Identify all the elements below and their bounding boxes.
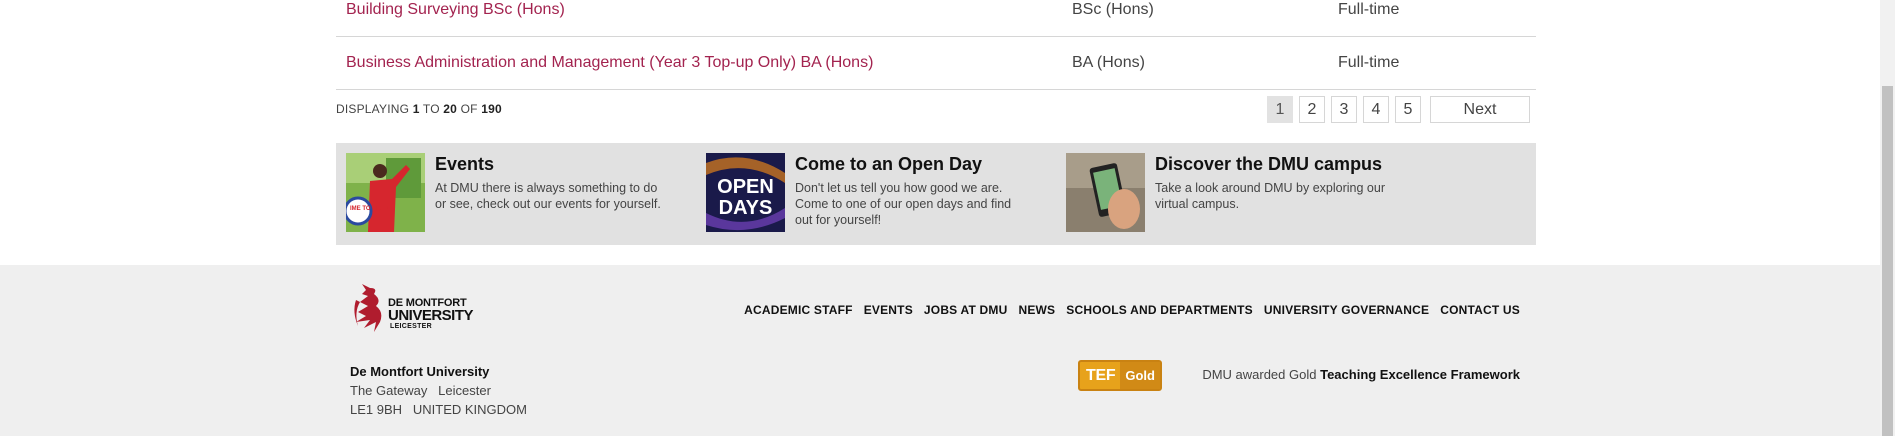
- pager: 1 2 3 4 5 Next: [1267, 96, 1530, 123]
- events-title[interactable]: Events: [435, 154, 494, 175]
- page-button-1[interactable]: 1: [1267, 96, 1293, 123]
- page-button-4[interactable]: 4: [1363, 96, 1389, 123]
- svg-text:IME TO HELP: IME TO HELP: [350, 206, 388, 212]
- pagination-bar: DISPLAYING 1 TO 20 OF 190 1 2 3 4 5 Next: [336, 90, 1536, 134]
- footer-link-governance[interactable]: UNIVERSITY GOVERNANCE: [1264, 303, 1429, 317]
- footer: DE MONTFORT UNIVERSITY LEICESTER ACADEMI…: [0, 265, 1880, 436]
- results-count: DISPLAYING 1 TO 20 OF 190: [336, 102, 502, 116]
- course-award: BSc (Hons): [1072, 1, 1154, 18]
- footer-link-contact[interactable]: CONTACT US: [1440, 303, 1520, 317]
- course-link[interactable]: Business Administration and Management (…: [346, 54, 873, 72]
- tef-gold-badge[interactable]: TEF Gold: [1078, 360, 1162, 391]
- footer-link-schools[interactable]: SCHOOLS AND DEPARTMENTS: [1066, 303, 1253, 317]
- open-day-title[interactable]: Come to an Open Day: [795, 154, 982, 175]
- open-day-description: Don't let us tell you how good we are. C…: [795, 181, 1012, 227]
- svg-text:OPEN: OPEN: [717, 176, 774, 198]
- scrollbar-thumb[interactable]: [1882, 86, 1893, 436]
- dmu-crest-icon: [354, 284, 382, 332]
- page-button-3[interactable]: 3: [1331, 96, 1357, 123]
- course-link[interactable]: Building Surveying BSc (Hons): [346, 1, 565, 19]
- address-line1: The Gateway Leicester: [350, 383, 491, 398]
- campus-description: Take a look around DMU by exploring our …: [1155, 181, 1385, 211]
- table-row: Business Administration and Management (…: [336, 37, 1536, 90]
- campus-image[interactable]: [1066, 153, 1145, 232]
- footer-link-jobs[interactable]: JOBS AT DMU: [924, 303, 1008, 317]
- open-day-image[interactable]: OPEN DAYS: [706, 153, 785, 232]
- footer-nav: ACADEMIC STAFF EVENTS JOBS AT DMU NEWS S…: [744, 303, 1520, 317]
- events-image[interactable]: IME TO HELP: [346, 153, 425, 232]
- page-button-5[interactable]: 5: [1395, 96, 1421, 123]
- course-mode: Full-time: [1338, 1, 1400, 18]
- tef-badge-gold: Gold: [1120, 362, 1160, 389]
- address-block: De Montfort University The Gateway Leice…: [350, 362, 527, 419]
- events-description: At DMU there is always something to do o…: [435, 181, 661, 211]
- course-award: BA (Hons): [1072, 54, 1145, 71]
- footer-link-events[interactable]: EVENTS: [864, 303, 913, 317]
- footer-link-academic-staff[interactable]: ACADEMIC STAFF: [744, 303, 853, 317]
- tef-badge-label: TEF: [1086, 366, 1116, 384]
- course-mode: Full-time: [1338, 54, 1400, 71]
- footer-link-news[interactable]: NEWS: [1018, 303, 1055, 317]
- tef-statement: DMU awarded Gold Teaching Excellence Fra…: [1202, 367, 1520, 382]
- dmu-logo[interactable]: DE MONTFORT UNIVERSITY LEICESTER: [350, 282, 480, 336]
- campus-title[interactable]: Discover the DMU campus: [1155, 154, 1382, 175]
- page: Building Surveying BSc (Hons) BSc (Hons)…: [0, 0, 1895, 436]
- promo-strip: IME TO HELP Events At DMU there is alway…: [336, 143, 1536, 245]
- logo-line2: UNIVERSITY: [388, 307, 474, 324]
- page-button-2[interactable]: 2: [1299, 96, 1325, 123]
- address-line2: LE1 9BH UNITED KINGDOM: [350, 402, 527, 417]
- course-list: Building Surveying BSc (Hons) BSc (Hons)…: [336, 0, 1536, 134]
- svg-text:DAYS: DAYS: [719, 197, 773, 219]
- next-page-button[interactable]: Next: [1430, 96, 1530, 123]
- address-org: De Montfort University: [350, 364, 490, 379]
- logo-line3: LEICESTER: [390, 323, 432, 330]
- page-scrollbar[interactable]: [1880, 0, 1895, 436]
- table-row: Building Surveying BSc (Hons) BSc (Hons)…: [336, 0, 1536, 37]
